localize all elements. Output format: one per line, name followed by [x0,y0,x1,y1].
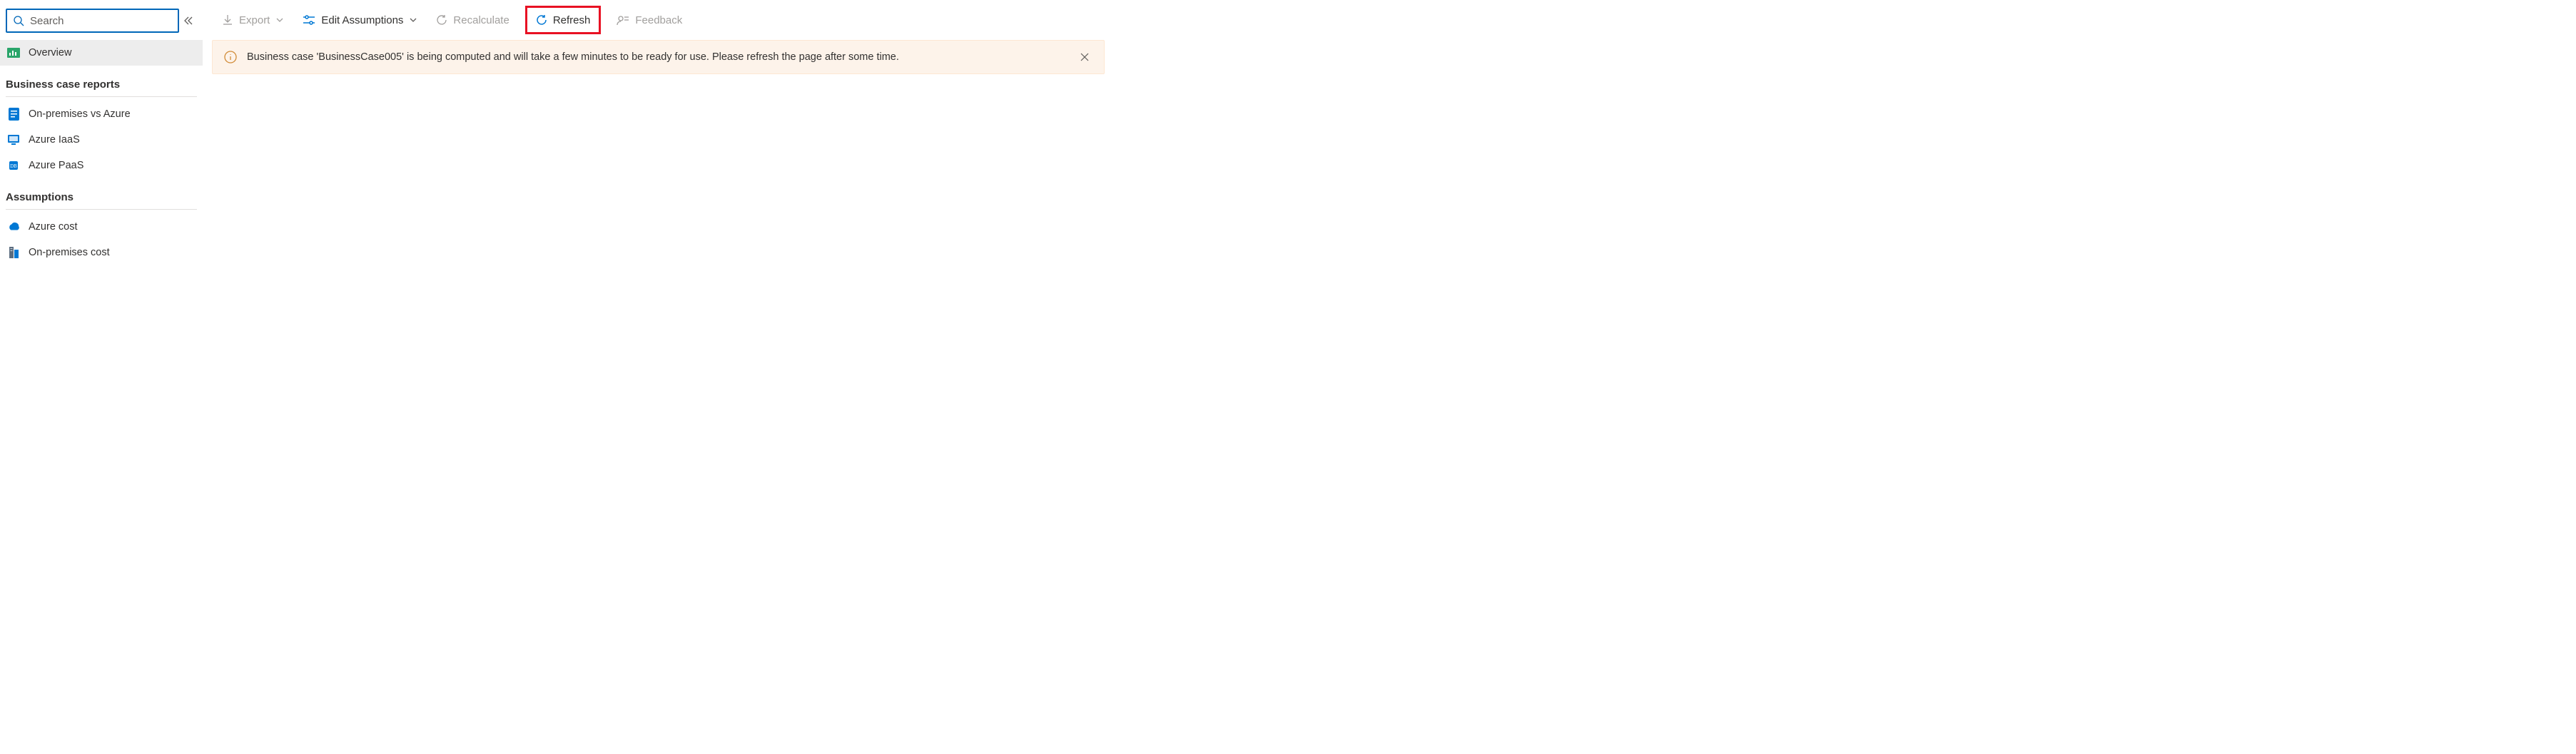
divider [6,96,197,97]
info-message: Business case 'BusinessCase005' is being… [247,51,1067,63]
collapse-sidebar-button[interactable] [179,9,197,33]
chevron-down-icon [409,16,417,24]
nav-item-label: Azure IaaS [29,134,80,146]
recalculate-label: Recalculate [453,14,509,26]
overview-icon [7,46,20,59]
recalculate-icon [436,14,447,26]
nav-azure-cost[interactable]: Azure cost [0,214,203,240]
search-row [0,9,203,40]
section-reports-header: Business case reports [0,66,203,95]
monitor-icon [7,133,20,146]
nav-overview-label: Overview [29,47,71,58]
server-icon [7,246,20,259]
sliders-icon [303,14,315,26]
svg-text:DB: DB [10,163,17,169]
sidebar: Overview Business case reports On-premis… [0,0,203,326]
chevron-double-left-icon [183,16,193,26]
nav-azure-paas[interactable]: DB Azure PaaS [0,153,203,178]
feedback-icon [617,14,629,26]
divider [6,209,197,210]
section-assumptions-header: Assumptions [0,178,203,208]
nav-item-label: Azure PaaS [29,160,83,171]
nav-overview[interactable]: Overview [0,40,203,66]
export-button[interactable]: Export [219,9,287,31]
close-banner-button[interactable] [1077,49,1092,65]
cloud-icon [7,220,20,233]
chevron-down-icon [275,16,284,24]
feedback-button[interactable]: Feedback [614,9,685,31]
refresh-button[interactable]: Refresh [525,6,602,34]
nav-item-label: On-premises cost [29,247,110,258]
search-box[interactable] [6,9,179,33]
search-input[interactable] [30,15,172,27]
main: Export Edit Assumptions Recalculate Refr… [203,0,1113,326]
export-label: Export [239,14,270,26]
database-icon: DB [7,159,20,172]
refresh-label: Refresh [553,14,591,26]
toolbar: Export Edit Assumptions Recalculate Refr… [203,0,1113,40]
search-icon [13,15,24,26]
feedback-label: Feedback [635,14,682,26]
nav-item-label: Azure cost [29,221,78,233]
nav-item-label: On-premises vs Azure [29,108,131,120]
nav-onprem-cost[interactable]: On-premises cost [0,240,203,265]
document-icon [7,108,20,121]
download-icon [222,14,233,26]
edit-assumptions-label: Edit Assumptions [321,14,403,26]
close-icon [1080,52,1090,62]
info-icon [224,51,237,63]
nav-azure-iaas[interactable]: Azure IaaS [0,127,203,153]
nav-onprem-vs-azure[interactable]: On-premises vs Azure [0,101,203,127]
edit-assumptions-button[interactable]: Edit Assumptions [300,9,420,31]
refresh-icon [536,14,547,26]
info-banner: Business case 'BusinessCase005' is being… [212,40,1105,74]
recalculate-button[interactable]: Recalculate [433,9,512,31]
